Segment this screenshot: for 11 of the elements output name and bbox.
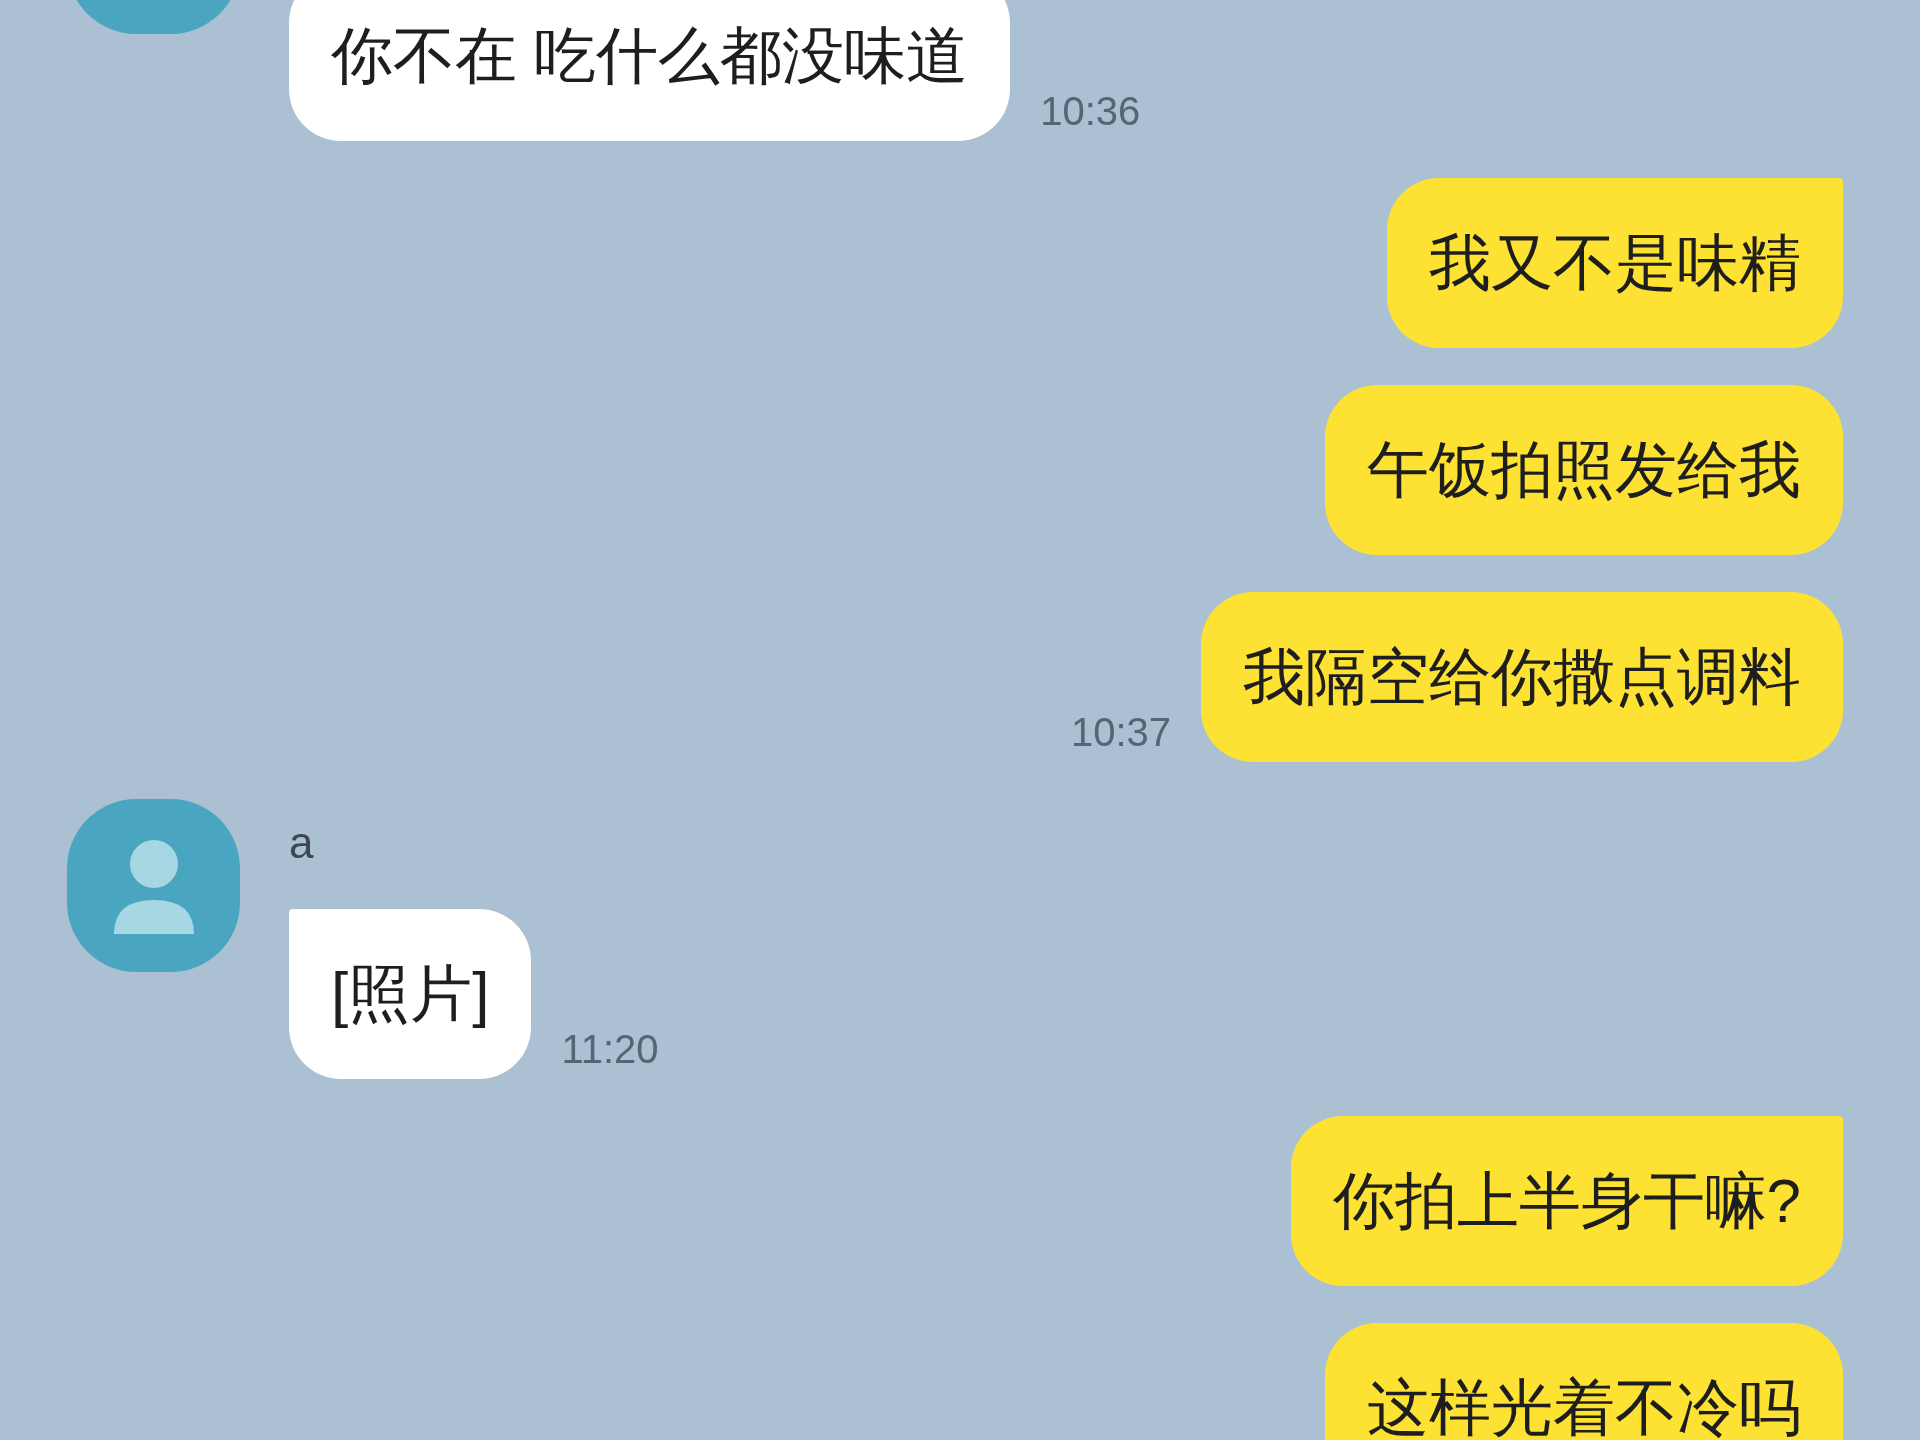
message-bubble[interactable]: 你拍上半身干嘛? [1290, 1116, 1843, 1286]
message-bubble[interactable]: 这样光着不冷吗 [1325, 1323, 1843, 1440]
message-time: 10:37 [1070, 709, 1171, 756]
sender-name: a [289, 818, 314, 867]
message-bubble[interactable]: 你不在 吃什么都没味道 [289, 0, 1011, 141]
message-time: 10:36 [1040, 88, 1141, 135]
message-bubble[interactable]: 午饭拍照发给我 [1325, 385, 1843, 555]
message-bubble[interactable]: 我又不是味精 [1387, 178, 1843, 348]
message-time: 11:20 [561, 1026, 659, 1073]
message-bubble[interactable]: 我隔空给你撒点调料 [1201, 592, 1843, 762]
message-bubble[interactable]: [照片] [289, 909, 532, 1079]
